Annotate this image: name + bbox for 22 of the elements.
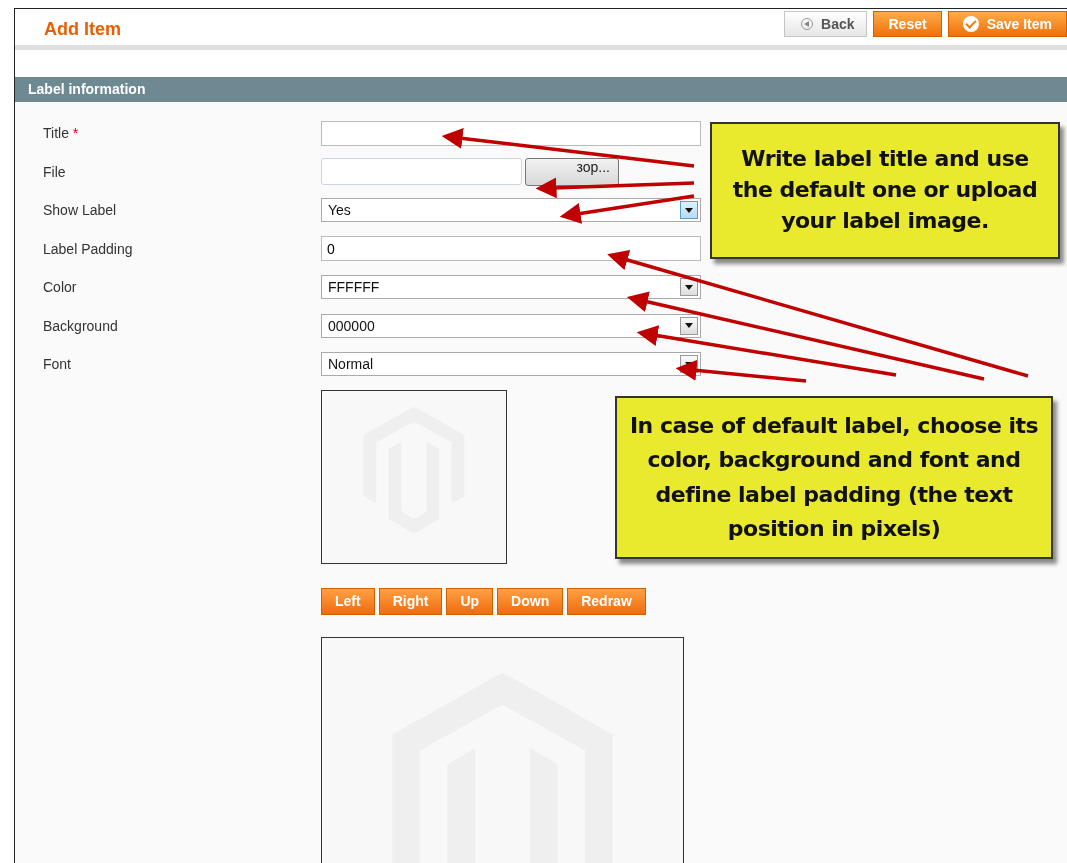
page-title: Add Item (44, 19, 121, 40)
back-button[interactable]: Back (784, 11, 868, 37)
browse-button[interactable]: зор... (525, 157, 619, 186)
field-label: Color (43, 279, 77, 296)
field-label: Title (43, 125, 69, 142)
dropdown[interactable]: 000000 (321, 313, 701, 338)
required-mark: * (72, 125, 79, 142)
file-field[interactable] (321, 157, 522, 185)
callout-note: In case of default label, choose its color, background and font and define label padding (the text position in pixels) (615, 396, 1053, 559)
callout-note: Write label title and use the default one or upload your label image. (710, 122, 1060, 259)
field-label: Show Label (43, 202, 117, 219)
field-label: Label Padding (43, 240, 133, 257)
field-label: Background (43, 317, 118, 334)
checkmark-icon (962, 16, 979, 32)
input-field[interactable] (321, 120, 701, 146)
input-field[interactable]: 0 (321, 236, 701, 262)
dropdown[interactable]: Normal (321, 352, 701, 377)
field-label: Font (43, 356, 71, 373)
section-header: Label information (15, 77, 1067, 102)
dropdown[interactable]: FFFFFF (321, 275, 701, 300)
dropdown[interactable]: Yes (321, 198, 701, 223)
field-label: File (43, 163, 66, 180)
